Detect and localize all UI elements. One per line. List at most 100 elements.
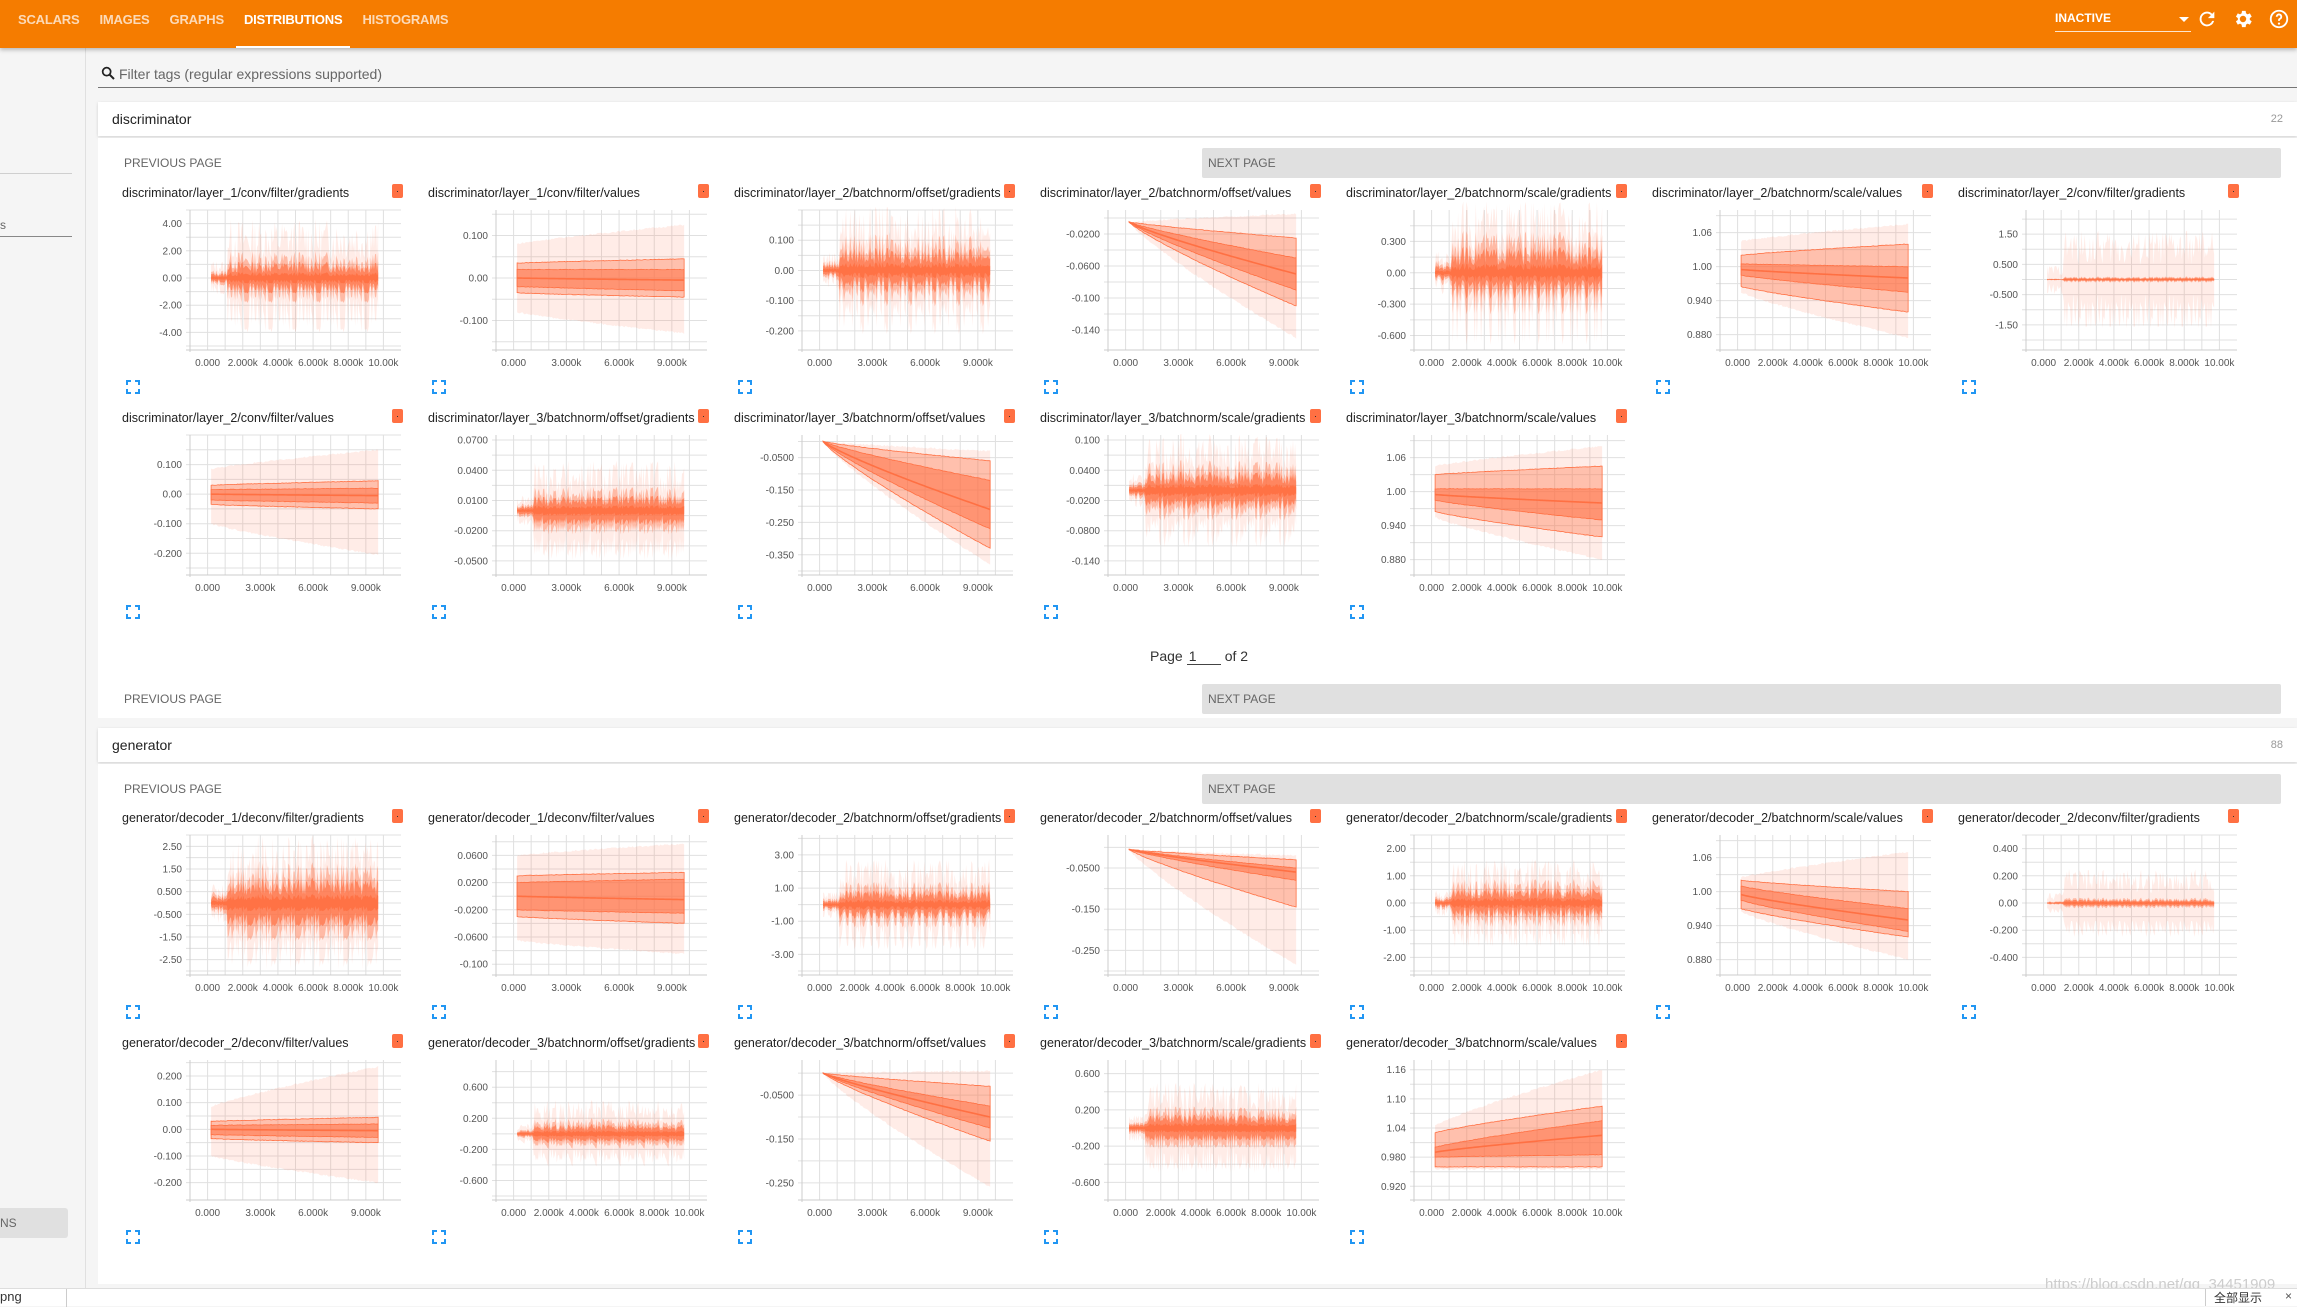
distribution-plot[interactable]: 1.50 0.500 -0.500 -1.50 0.000 2.000k 4.000k 6.0… — [1944, 202, 2244, 372]
run-color-swatch[interactable] — [698, 1034, 709, 1048]
distribution-plot[interactable]: 0.400 0.200 0.00 -0.200 -0.400 0.000 2.000k 4.0… — [1944, 827, 2244, 997]
fullscreen-expand-icon[interactable] — [126, 1230, 140, 1244]
filter-tags-input[interactable] — [119, 64, 919, 84]
fullscreen-expand-icon[interactable] — [738, 1005, 752, 1019]
fullscreen-expand-icon[interactable] — [1350, 1005, 1364, 1019]
run-color-swatch[interactable] — [392, 1034, 403, 1048]
run-color-swatch[interactable] — [1310, 809, 1321, 823]
run-color-swatch[interactable] — [1004, 409, 1015, 423]
tab-graphs[interactable]: GRAPHS — [160, 0, 234, 48]
distribution-plot[interactable]: 1.06 1.00 0.940 0.880 0.000 2.000k 4.000k 6.000… — [1638, 827, 1938, 997]
tab-images[interactable]: IMAGES — [89, 0, 159, 48]
category-header-generator[interactable]: generator 88 — [98, 728, 2297, 762]
distribution-plot[interactable]: -0.0500 -0.150 -0.250 0.000 3.000k 6.000k 9.00… — [1026, 827, 1326, 997]
fullscreen-expand-icon[interactable] — [1044, 605, 1058, 619]
fullscreen-expand-icon[interactable] — [1656, 380, 1670, 394]
run-color-swatch[interactable] — [1922, 809, 1933, 823]
sidebar-partial-field[interactable]: s — [0, 218, 6, 232]
distribution-plot[interactable]: 0.600 0.200 -0.200 -0.600 0.000 2.000k 4.000k 6… — [414, 1052, 714, 1222]
run-color-swatch[interactable] — [698, 184, 709, 198]
distribution-plot[interactable]: -0.0500 -0.150 -0.250 -0.350 0.000 3.000k 6.00… — [720, 427, 1020, 597]
y-tick-label: 0.940 — [1687, 921, 1712, 932]
close-icon[interactable]: × — [2285, 1289, 2292, 1303]
fullscreen-expand-icon[interactable] — [1044, 380, 1058, 394]
distribution-plot[interactable]: 0.100 0.00 -0.100 0.000 3.000k 6.000k 9.000k — [414, 202, 714, 372]
run-color-swatch[interactable] — [1004, 1034, 1015, 1048]
sidebar-partial-button[interactable]: NS — [0, 1208, 68, 1238]
fullscreen-expand-icon[interactable] — [738, 380, 752, 394]
tab-distributions[interactable]: DISTRIBUTIONS — [234, 0, 353, 48]
x-tick-label: 10.00k — [1898, 358, 1929, 369]
distribution-plot[interactable]: 0.0600 0.0200 -0.0200 -0.0600 -0.100 0.000 3.0… — [414, 827, 714, 997]
distribution-plot[interactable]: 0.0700 0.0400 0.0100 -0.0200 -0.0500 0.000 3.0… — [414, 427, 714, 597]
run-color-swatch[interactable] — [1310, 1034, 1321, 1048]
distribution-plot[interactable]: 0.300 0.00 -0.300 -0.600 0.000 2.000k 4.000k 6.… — [1332, 202, 1632, 372]
category-header-discriminator[interactable]: discriminator 22 — [98, 102, 2297, 136]
distribution-plot[interactable]: 1.06 1.00 0.940 0.880 0.000 2.000k 4.000k 6.000… — [1638, 202, 1938, 372]
fullscreen-expand-icon[interactable] — [1962, 380, 1976, 394]
distribution-plot[interactable]: 0.100 0.00 -0.100 -0.200 0.000 3.000k 6.000k 9.… — [108, 427, 408, 597]
next-page-button[interactable]: NEXT PAGE — [1202, 148, 2281, 178]
run-color-swatch[interactable] — [1004, 809, 1015, 823]
run-color-swatch[interactable] — [1616, 184, 1627, 198]
distribution-plot[interactable]: 0.100 0.00 -0.100 -0.200 0.000 3.000k 6.000k 9.… — [720, 202, 1020, 372]
distribution-plot[interactable]: 3.00 1.00 -1.00 -3.00 0.000 2.000k 4.000k 6.000… — [720, 827, 1020, 997]
fullscreen-expand-icon[interactable] — [1962, 1005, 1976, 1019]
run-color-swatch[interactable] — [2228, 809, 2239, 823]
page-number-input[interactable]: 1 — [1186, 648, 1221, 665]
next-page-button[interactable]: NEXT PAGE — [1202, 774, 2281, 804]
run-color-swatch[interactable] — [392, 409, 403, 423]
show-all-button[interactable]: 全部显示 — [2205, 1289, 2262, 1306]
fullscreen-expand-icon[interactable] — [738, 605, 752, 619]
run-color-swatch[interactable] — [698, 409, 709, 423]
fullscreen-expand-icon[interactable] — [1044, 1005, 1058, 1019]
help-icon[interactable] — [2268, 8, 2290, 30]
fullscreen-expand-icon[interactable] — [126, 605, 140, 619]
fullscreen-expand-icon[interactable] — [1350, 380, 1364, 394]
y-tick-label: -0.150 — [766, 1134, 795, 1145]
distribution-plot[interactable]: -0.0500 -0.150 -0.250 0.000 3.000k 6.000k 9.00… — [720, 1052, 1020, 1222]
fullscreen-expand-icon[interactable] — [432, 1230, 446, 1244]
next-page-button-bottom[interactable]: NEXT PAGE — [1202, 684, 2281, 714]
previous-page-button-bottom[interactable]: PREVIOUS PAGE — [118, 684, 238, 714]
run-color-swatch[interactable] — [2228, 184, 2239, 198]
fullscreen-expand-icon[interactable] — [432, 1005, 446, 1019]
fullscreen-expand-icon[interactable] — [432, 605, 446, 619]
distribution-plot[interactable]: 2.50 1.50 0.500 -0.500 -1.50 -2.50 0.000 2.000k… — [108, 827, 408, 997]
fullscreen-expand-icon[interactable] — [1656, 1005, 1670, 1019]
fullscreen-expand-icon[interactable] — [1350, 605, 1364, 619]
previous-page-button[interactable]: PREVIOUS PAGE — [118, 774, 238, 804]
refresh-icon[interactable] — [2196, 8, 2218, 30]
fullscreen-expand-icon[interactable] — [126, 1005, 140, 1019]
distribution-plot[interactable]: 4.00 2.00 0.00 -2.00 -4.00 0.000 2.000k 4.000k 6… — [108, 202, 408, 372]
inactive-dashboards-select[interactable]: INACTIVE — [2055, 8, 2191, 32]
fullscreen-expand-icon[interactable] — [126, 380, 140, 394]
run-color-swatch[interactable] — [1616, 1034, 1627, 1048]
distribution-plot[interactable]: 0.100 0.0400 -0.0200 -0.0800 -0.140 0.000 3.00… — [1026, 427, 1326, 597]
settings-icon[interactable] — [2232, 8, 2254, 30]
distribution-plot[interactable]: 0.600 0.200 -0.200 -0.600 0.000 2.000k 4.000k 6… — [1026, 1052, 1326, 1222]
run-color-swatch[interactable] — [392, 809, 403, 823]
distribution-plot[interactable]: 1.16 1.10 1.04 0.980 0.920 0.000 2.000k 4.000k 6… — [1332, 1052, 1632, 1222]
tab-scalars[interactable]: SCALARS — [8, 0, 89, 48]
fullscreen-expand-icon[interactable] — [432, 380, 446, 394]
fullscreen-expand-icon[interactable] — [738, 1230, 752, 1244]
previous-page-button[interactable]: PREVIOUS PAGE — [118, 148, 238, 178]
download-item[interactable]: png — [0, 1289, 22, 1304]
run-color-swatch[interactable] — [1616, 809, 1627, 823]
run-color-swatch[interactable] — [1922, 184, 1933, 198]
distribution-plot[interactable]: 2.00 1.00 0.00 -1.00 -2.00 0.000 2.000k 4.000k 6… — [1332, 827, 1632, 997]
page-label: Page — [1150, 648, 1183, 664]
run-color-swatch[interactable] — [1310, 184, 1321, 198]
distribution-plot[interactable]: 1.06 1.00 0.940 0.880 0.000 2.000k 4.000k 6.000… — [1332, 427, 1632, 597]
run-color-swatch[interactable] — [392, 184, 403, 198]
run-color-swatch[interactable] — [1616, 409, 1627, 423]
tab-histograms[interactable]: HISTOGRAMS — [352, 0, 458, 48]
run-color-swatch[interactable] — [698, 809, 709, 823]
fullscreen-expand-icon[interactable] — [1350, 1230, 1364, 1244]
run-color-swatch[interactable] — [1310, 409, 1321, 423]
fullscreen-expand-icon[interactable] — [1044, 1230, 1058, 1244]
distribution-plot[interactable]: 0.200 0.100 0.00 -0.100 -0.200 0.000 3.000k 6.0… — [108, 1052, 408, 1222]
run-color-swatch[interactable] — [1004, 184, 1015, 198]
distribution-plot[interactable]: -0.0200 -0.0600 -0.100 -0.140 0.000 3.000k 6.0… — [1026, 202, 1326, 372]
